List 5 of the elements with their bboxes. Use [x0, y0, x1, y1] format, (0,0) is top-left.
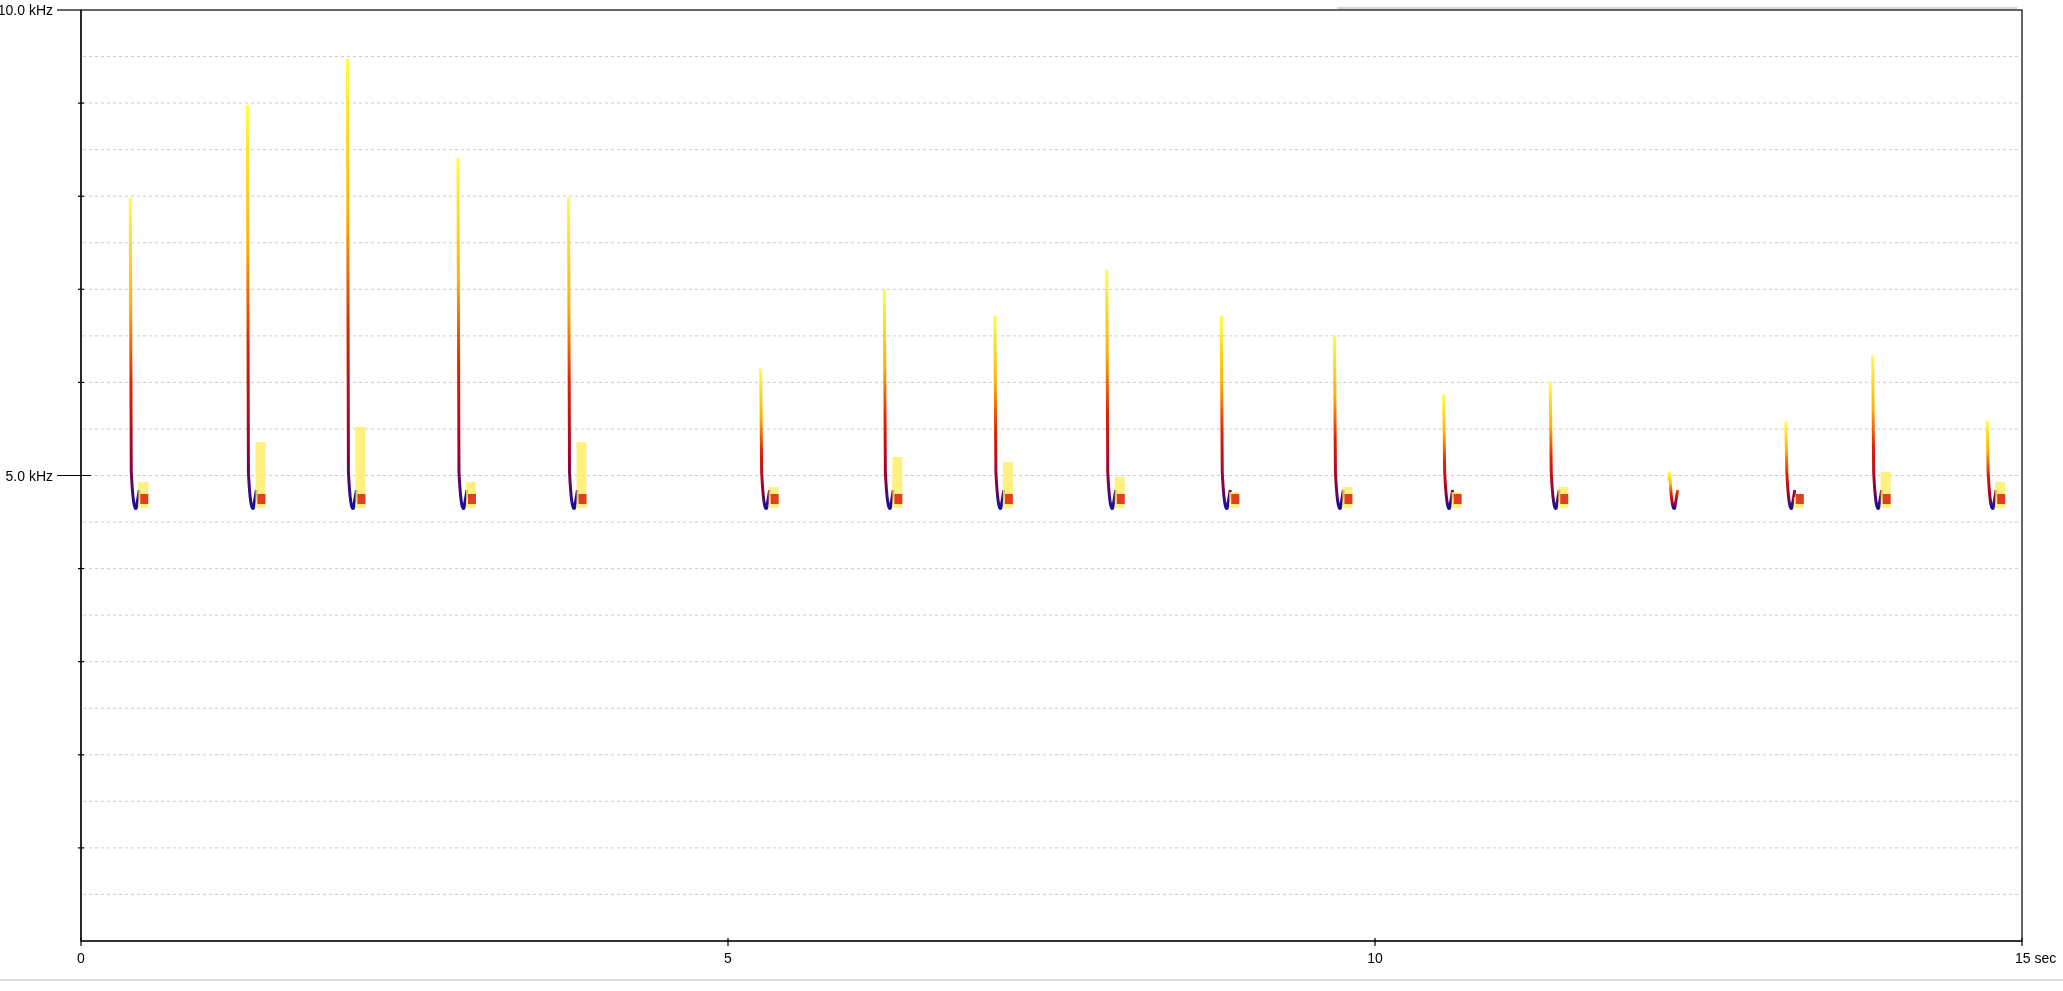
time-label: 0	[77, 950, 85, 966]
frequency-label: 5.0 kHz	[5, 467, 53, 484]
time-label: 15 sec	[2015, 950, 2057, 966]
time-label: 10	[1367, 950, 1383, 966]
time-label: 5	[724, 950, 732, 966]
